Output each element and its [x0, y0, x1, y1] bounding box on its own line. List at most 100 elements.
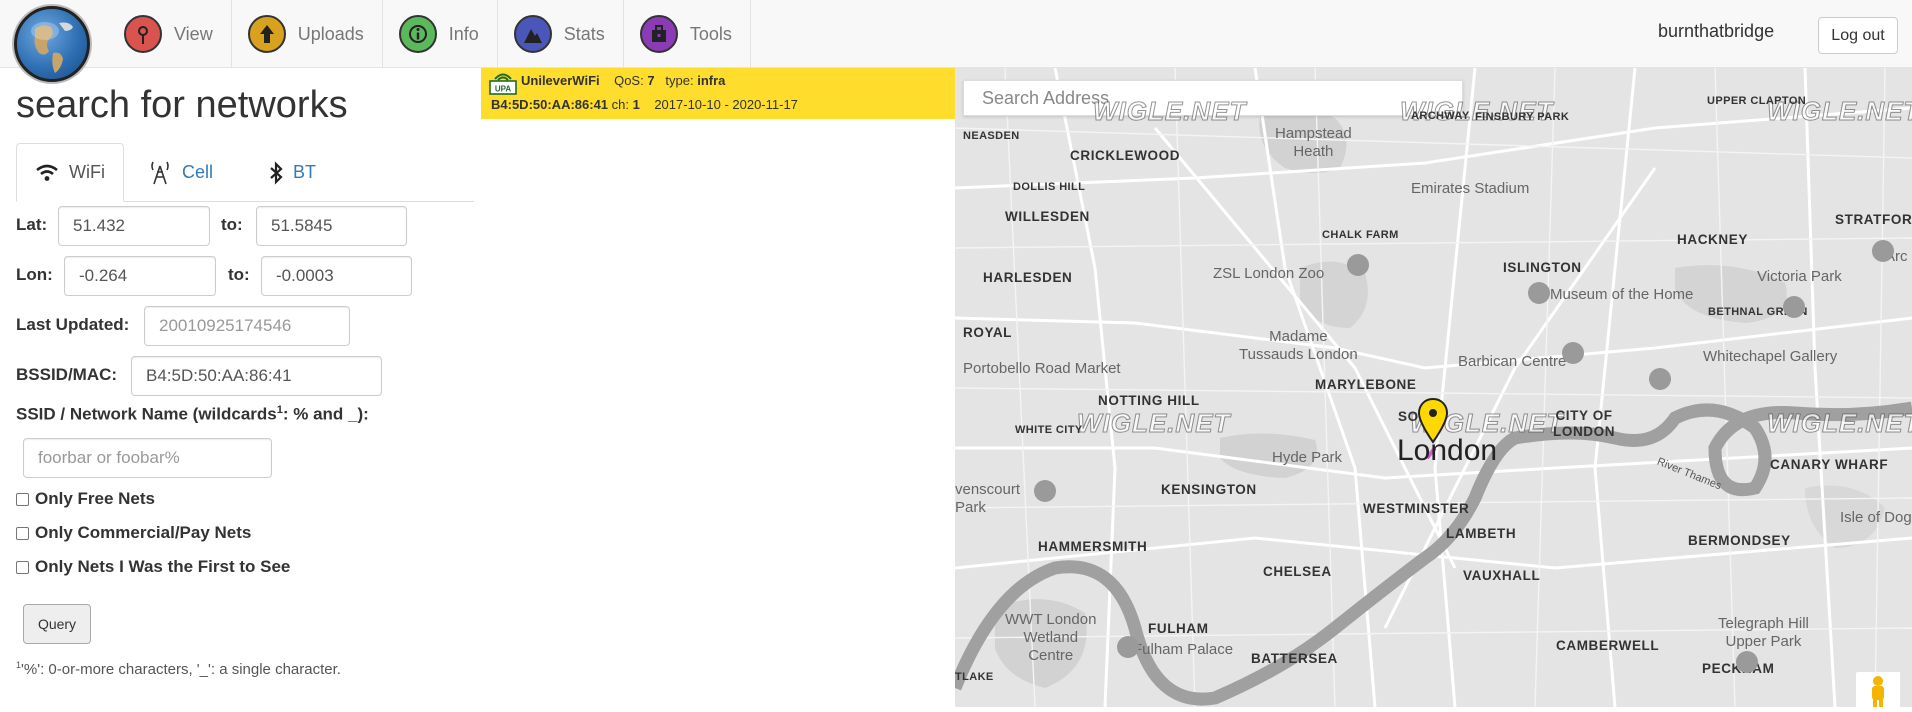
nav-item-view[interactable]: View: [108, 0, 232, 68]
map-label-upper-clapton: UPPER CLAPTON: [1707, 95, 1807, 107]
page-title: search for networks: [16, 84, 348, 126]
lon-label: Lon:: [16, 265, 53, 284]
nav-label-uploads: Uploads: [297, 23, 364, 44]
map-label-hackney: HACKNEY: [1677, 232, 1748, 247]
map-label-lambeth: LAMBETH: [1446, 526, 1517, 541]
query-button[interactable]: Query: [23, 604, 91, 644]
map-poi-isle-of-dogs: Isle of Dogs: [1840, 509, 1912, 526]
only-first-seen-checkbox[interactable]: [16, 560, 29, 574]
wigle-watermark: WIGLE.NET: [1076, 408, 1231, 439]
lon-from-input[interactable]: -0.264: [64, 256, 216, 296]
result-channel: 1: [632, 97, 640, 112]
map-label-fulham: FULHAM: [1148, 621, 1209, 636]
only-first-seen-label: Only Nets I Was the First to See: [35, 557, 291, 576]
only-commercial-nets-row[interactable]: Only Commercial/Pay Nets: [16, 523, 251, 543]
network-type-tabs: WiFi Cell BT: [16, 143, 474, 202]
park-tree-icon: [1736, 651, 1758, 673]
result-bssid: B4:5D:50:AA:86:41: [491, 97, 609, 112]
result-ssid: UnileverWiFi: [521, 73, 600, 88]
username[interactable]: burnthatbridge: [1658, 21, 1774, 42]
nav-item-stats[interactable]: Stats: [498, 0, 624, 68]
last-updated-input[interactable]: 20010925174546: [144, 306, 350, 346]
lat-to-input[interactable]: 51.5845: [256, 206, 407, 246]
nav-item-tools[interactable]: Tools: [624, 0, 751, 68]
map-poi-portobello: Portobello Road Market: [963, 360, 1121, 377]
tab-cell[interactable]: Cell: [130, 143, 231, 202]
logout-button[interactable]: Log out: [1818, 17, 1898, 54]
map-poi-whitechapel-gallery: Whitechapel Gallery: [1703, 348, 1838, 365]
map-poi-fulham-palace: Fulham Palace: [1133, 641, 1234, 658]
tab-label-cell: Cell: [182, 162, 214, 182]
network-type-badge-icon: UPA: [489, 71, 517, 95]
map-view[interactable]: Search Address WIGLE.NET WIGLE.NET WIGLE…: [955, 68, 1912, 707]
bluetooth-icon: [269, 160, 283, 185]
map-label-hammersmith: HAMMERSMITH: [1038, 539, 1148, 554]
lon-to-input[interactable]: -0.0003: [261, 256, 412, 296]
toolbox-icon: [639, 15, 678, 53]
wigle-watermark: WIGLE.NET: [1092, 96, 1247, 127]
only-free-nets-row[interactable]: Only Free Nets: [16, 489, 155, 509]
nav-label-tools: Tools: [689, 23, 732, 44]
street-view-pegman-icon[interactable]: [1856, 672, 1900, 707]
ssid-input[interactable]: foorbar or foobar%: [23, 438, 272, 478]
map-label-lake: TLAKE: [955, 671, 994, 683]
map-label-white-city: WHITE CITY: [1015, 424, 1083, 436]
park-tree-icon: [1783, 296, 1805, 318]
map-poi-barbican: Barbican Centre: [1458, 353, 1567, 370]
map-poi-zsl-zoo: ZSL London Zoo: [1213, 265, 1325, 282]
map-base-layer: [955, 68, 1912, 707]
wigle-watermark: WIGLE.NET: [1766, 408, 1912, 439]
info-icon: [398, 15, 437, 53]
upload-arrow-icon: [247, 15, 286, 53]
only-free-nets-label: Only Free Nets: [35, 489, 155, 508]
radio-tower-icon: [124, 15, 162, 53]
tab-label-bt: BT: [293, 162, 317, 182]
map-label-city-of-london: CITY OF LONDON: [1553, 408, 1616, 439]
result-qos: 7: [647, 73, 655, 88]
lon-to-label: to:: [228, 265, 250, 284]
only-free-nets-checkbox[interactable]: [16, 492, 29, 506]
only-commercial-nets-checkbox[interactable]: [16, 526, 29, 540]
map-label-kensington: KENSINGTON: [1161, 482, 1257, 497]
lat-from-input[interactable]: 51.432: [58, 206, 210, 246]
map-poi-museum-of-the-home: Museum of the Home: [1550, 286, 1694, 303]
result-ch-label: ch:: [611, 97, 630, 112]
tab-wifi[interactable]: WiFi: [16, 143, 124, 202]
lat-to-label: to:: [221, 215, 243, 234]
wigle-globe-logo[interactable]: [14, 6, 90, 82]
cell-tower-icon: [148, 160, 172, 186]
museum-icon: [1562, 342, 1584, 364]
only-commercial-nets-label: Only Commercial/Pay Nets: [35, 523, 252, 542]
park-tree-icon: [1034, 480, 1056, 502]
result-qos-label: QoS:: [614, 73, 644, 88]
museum-icon: [1528, 282, 1550, 304]
map-label-stratford: STRATFOR: [1835, 212, 1912, 227]
ssid-label-text: SSID / Network Name (wildcards: [16, 404, 277, 424]
map-label-dollis-hill: DOLLIS HILL: [1013, 181, 1086, 193]
only-first-seen-row[interactable]: Only Nets I Was the First to See: [16, 557, 290, 577]
network-result-card[interactable]: UPA UnileverWiFi QoS: 7 type: infra B4:5…: [481, 68, 955, 119]
wifi-icon: [35, 164, 59, 182]
map-poi-hampstead-heath: Hampstead Heath: [1275, 125, 1352, 160]
map-poi-madame-tussauds: Madame Tussauds London: [1239, 328, 1358, 363]
map-label-finsbury-park: FINSBURY PARK: [1475, 111, 1570, 123]
map-label-bermondsey: BERMONDSEY: [1688, 533, 1791, 548]
result-type-label: type:: [665, 73, 694, 88]
nav-item-info[interactable]: Info: [383, 0, 498, 68]
footnote-text: '%': 0-or-more characters, '_': a single…: [21, 661, 341, 678]
map-label-vauxhall: VAUXHALL: [1463, 568, 1541, 583]
map-label-cricklewood: CRICKLEWOOD: [1070, 148, 1181, 163]
tab-bt[interactable]: BT: [251, 143, 334, 202]
result-line-2: B4:5D:50:AA:86:41 ch: 1 2017-10-10 - 202…: [491, 97, 798, 112]
museum-icon: [1117, 636, 1139, 658]
badge-text: UPA: [495, 85, 512, 94]
nav-item-uploads[interactable]: Uploads: [232, 0, 383, 68]
stats-mountain-icon: [513, 15, 552, 53]
top-navbar: View Uploads Info Stats Tools burnthatbr…: [0, 0, 1912, 68]
result-date-range: 2017-10-10 - 2020-11-17: [654, 97, 798, 112]
map-poi-emirates-stadium: Emirates Stadium: [1411, 180, 1530, 197]
lat-label: Lat:: [16, 215, 48, 234]
wildcard-footnote: 1'%': 0-or-more characters, '_': a singl…: [16, 660, 341, 678]
bssid-input[interactable]: B4:5D:50:AA:86:41: [131, 356, 382, 396]
map-label-neasden: NEASDEN: [963, 130, 1020, 142]
